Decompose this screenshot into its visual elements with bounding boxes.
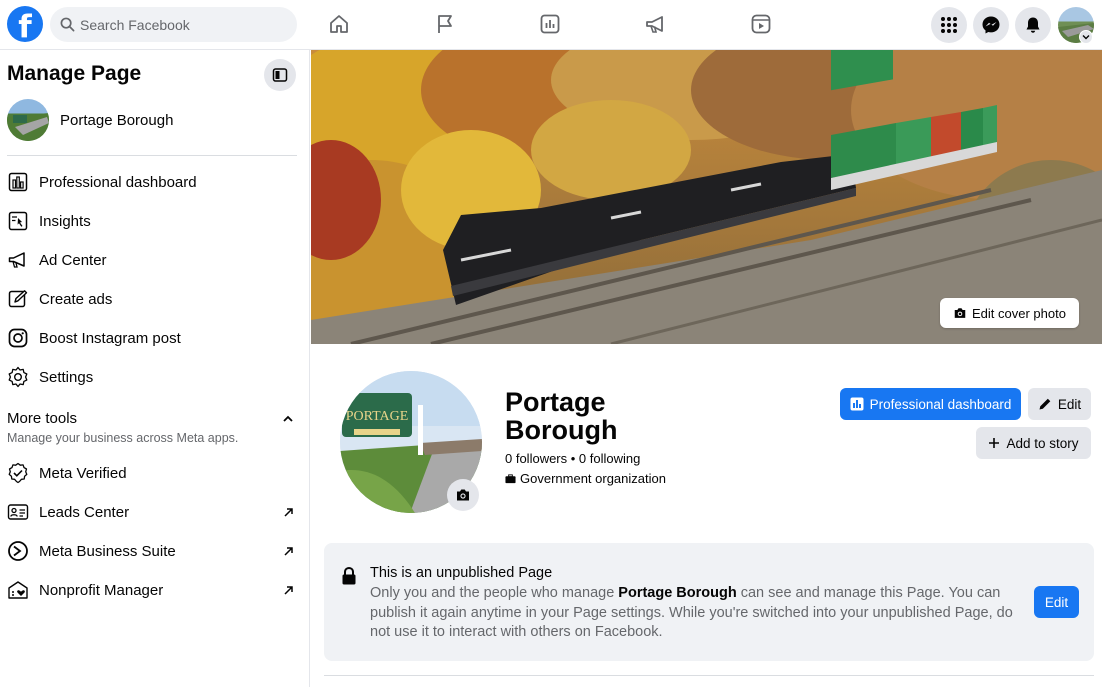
current-page-row[interactable]: Portage Borough [7,99,297,143]
sidebar-item-create-ads[interactable]: Create ads [7,281,302,317]
instagram-icon [7,327,29,349]
top-navigation-bar: f [0,0,1102,50]
sidebar-item-professional-dashboard[interactable]: Professional dashboard [7,164,302,200]
external-link-icon [283,544,294,562]
edit-page-button[interactable]: Edit [1028,388,1091,420]
cover-photo: Edit cover photo [311,50,1102,344]
external-link-icon [283,505,294,523]
notice-body: Only you and the people who manage Porta… [370,584,1020,643]
plus-icon [989,438,1000,448]
sidebar-item-label: Boost Instagram post [39,329,181,347]
add-to-story-label: Add to story [1006,435,1079,451]
notice-body-text: Only you and the people who manage [370,585,619,601]
manage-page-sidebar: Manage Page Portage Borough Professional… [0,50,310,687]
more-tools-subtitle: Manage your business across Meta apps. [7,431,239,445]
notice-title: This is an unpublished Page [370,565,553,581]
page-category: Government organization [505,471,666,486]
sidebar-title: Manage Page [7,62,142,85]
megaphone-icon[interactable] [643,11,669,37]
notice-edit-button[interactable]: Edit [1034,586,1079,618]
page-title: Portage Borough [505,387,618,445]
home-icon[interactable] [326,11,352,37]
flag-icon[interactable] [432,11,458,37]
sidebar-item-label: Insights [39,212,91,230]
dashboard-icon [850,397,864,411]
chevron-up-icon[interactable] [282,412,294,430]
sidebar-item-label: Professional dashboard [39,173,197,191]
pencil-icon [7,288,29,310]
chevron-down-icon[interactable] [1079,30,1093,44]
add-to-story-button[interactable]: Add to story [976,427,1091,459]
bell-icon[interactable] [1015,7,1051,43]
megaphone-icon [7,249,29,271]
dashboard-icon [7,171,29,193]
sidebar-item-meta-verified[interactable]: Meta Verified [7,455,302,491]
sidebar-item-label: Ad Center [39,251,107,269]
verified-badge-icon [7,462,29,484]
divider [324,675,1094,676]
insights-icon [7,210,29,232]
camera-icon [457,489,469,501]
sidebar-item-boost-instagram-post[interactable]: Boost Instagram post [7,320,302,356]
change-profile-picture-button[interactable] [447,479,479,511]
camera-icon [954,308,966,318]
search-icon [60,17,75,32]
page-profile-main: Edit cover photo PORTAGE Portage Borough… [311,50,1102,687]
page-avatar [7,99,49,141]
sidebar-item-label: Meta Business Suite [39,542,176,560]
briefcase-icon [505,473,516,483]
facebook-logo[interactable]: f [7,6,43,45]
sidebar-item-leads-center[interactable]: Leads Center [7,494,302,530]
sidebar-item-label: Leads Center [39,503,130,521]
sidebar-item-insights[interactable]: Insights [7,203,302,239]
business-suite-icon [7,540,29,562]
video-icon[interactable] [748,11,774,37]
messenger-icon[interactable] [973,7,1009,43]
sidebar-toggle-icon [272,68,288,82]
sidebar-item-label: Settings [39,368,94,386]
professional-dashboard-button[interactable]: Professional dashboard [840,388,1021,420]
follower-stats[interactable]: 0 followers • 0 following [505,451,640,466]
professional-dashboard-label: Professional dashboard [869,396,1012,412]
edit-cover-photo-button[interactable]: Edit cover photo [940,298,1079,328]
sidebar-item-nonprofit-manager[interactable]: Nonprofit Manager [7,572,302,608]
menu-grid-icon[interactable] [931,7,967,43]
sidebar-item-label: Nonprofit Manager [39,581,164,599]
unpublished-page-notice: This is an unpublished Page Only you and… [324,543,1094,661]
sidebar-item-label: Meta Verified [39,464,127,482]
sidebar-item-settings[interactable]: Settings [7,359,302,395]
notice-page-name: Portage Borough [618,585,737,601]
sidebar-item-meta-business-suite[interactable]: Meta Business Suite [7,533,302,569]
collapse-sidebar-button[interactable] [264,59,296,91]
more-tools-heading: More tools [7,410,78,427]
lock-icon [341,566,357,590]
search-box[interactable] [50,7,297,42]
svg-text:PORTAGE: PORTAGE [346,409,409,424]
external-link-icon [283,583,294,601]
sidebar-item-ad-center[interactable]: Ad Center [7,242,302,278]
pencil-icon [1039,398,1051,410]
dashboard-icon[interactable] [537,11,563,37]
edit-cover-photo-label: Edit cover photo [972,305,1066,321]
contact-card-icon [7,501,29,523]
edit-page-label: Edit [1057,396,1082,412]
page-category-label: Government organization [520,471,666,486]
page-name: Portage Borough [60,112,174,129]
divider [7,155,297,156]
gear-icon [7,366,29,388]
sidebar-item-label: Create ads [39,290,113,308]
search-input[interactable] [80,7,285,42]
nonprofit-icon [7,579,29,601]
